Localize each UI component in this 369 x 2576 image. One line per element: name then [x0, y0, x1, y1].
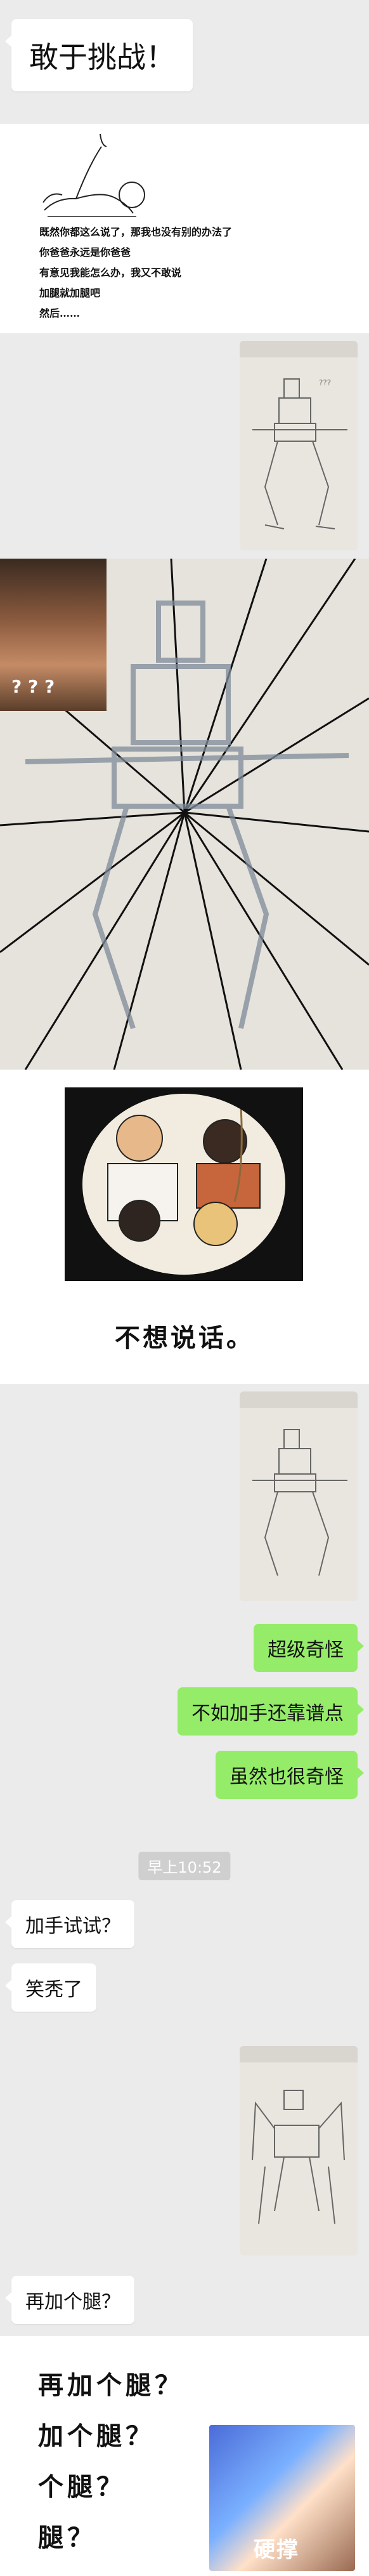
final-line: 个腿？ [38, 2473, 126, 2502]
message-text: 加手试试？ [25, 1915, 120, 1937]
sketch-robot-drawing: ??? [252, 378, 347, 529]
meme-line: 有意见我能怎么办，我又不敢说 [39, 267, 182, 279]
stick-figure-illustration [42, 133, 145, 217]
sent-photo-2[interactable] [240, 1391, 358, 1601]
header-message-section: 敢于挑战！ [0, 0, 369, 124]
message-text: 笑秃了 [25, 1979, 82, 2001]
chat-bubble-right: 虽然也很奇怪 [216, 1751, 364, 1799]
sketch-robot-drawing-2 [252, 1429, 347, 1576]
comic-people-illustration [107, 1106, 261, 1246]
final-stamp: 硬撑 [254, 2537, 299, 2563]
final-section: 再加个腿？ 加个腿？ 个腿？ 腿？ 硬撑 [0, 2336, 369, 2576]
message-text: 再加个腿？ [25, 2291, 120, 2313]
final-line: 加个腿？ [38, 2422, 155, 2451]
chat-conversation-section: 超级奇怪 不如加手还靠谱点 虽然也很奇怪 早上10:52 加手试试？ 笑秃了 再… [0, 1384, 369, 2336]
comic-caption: 不想说话。 [115, 1324, 254, 1353]
comic-image [65, 1087, 303, 1281]
meme-line: 加腿就加腿吧 [39, 287, 101, 299]
zoomed-drawing-section: ? ? ? [0, 559, 369, 1070]
message-text: 虽然也很奇怪 [230, 1766, 344, 1788]
meme-text-section: 既然你都这么说了，那我也没有别的办法了 你爸爸永远是你爸爸 有意见我能怎么办，我… [0, 124, 369, 333]
chat-bubble-left: 再加个腿？ [5, 2276, 134, 2324]
final-line: 腿？ [38, 2523, 96, 2553]
comic-section: 不想说话。 [0, 1070, 369, 1384]
timestamp: 早上10:52 [138, 1852, 231, 1880]
title-message-text: 敢于挑战！ [29, 40, 175, 74]
sent-photo[interactable]: ??? [240, 341, 358, 550]
chat-bubble-left: 笑秃了 [5, 1963, 96, 2012]
sent-photo-3[interactable] [240, 2046, 358, 2255]
sketch-robot-with-legs [252, 2090, 345, 2224]
meme-line: 然后…… [39, 307, 81, 319]
reaction-portrait: 硬撑 [209, 2425, 355, 2571]
meme-line: 既然你都这么说了，那我也没有别的办法了 [39, 226, 233, 238]
chat-photo-section-1: ??? [0, 333, 369, 559]
reaction-face-image: ? ? ? [0, 559, 107, 711]
chat-bubble-right: 不如加手还靠谱点 [178, 1687, 364, 1736]
meme-line: 你爸爸永远是你爸爸 [39, 246, 131, 258]
message-text: 超级奇怪 [268, 1639, 344, 1661]
photo-note: ??? [319, 378, 331, 387]
message-text: 不如加手还靠谱点 [191, 1703, 344, 1725]
reaction-overlay-text: ? ? ? [11, 676, 55, 697]
chat-bubble-left: 敢于挑战！ [5, 19, 193, 91]
meme-text-block: 既然你都这么说了，那我也没有别的办法了 你爸爸永远是你爸爸 有意见我能怎么办，我… [39, 222, 232, 324]
chat-bubble-right: 超级奇怪 [254, 1624, 364, 1672]
final-line: 再加个腿？ [38, 2371, 184, 2400]
chat-bubble-left: 加手试试？ [5, 1900, 134, 1948]
